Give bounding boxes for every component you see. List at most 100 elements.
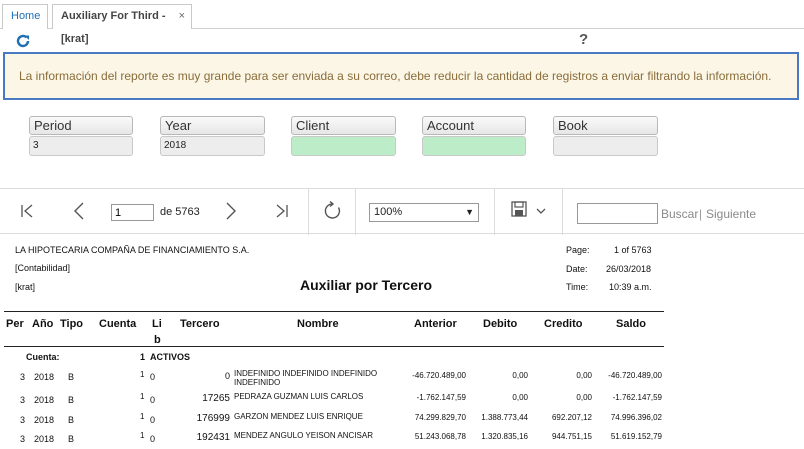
search-button[interactable]: Buscar <box>661 207 698 221</box>
cell-cuenta: 1 <box>140 370 145 379</box>
cell-tipo: B <box>68 372 75 382</box>
cell-debito: 0,00 <box>512 393 528 402</box>
time-value: 10:39 a.m. <box>609 282 652 292</box>
cell-per: 3 <box>20 434 26 444</box>
col-credito: Credito <box>544 318 583 330</box>
tab-auxiliary-for-third[interactable]: Auxiliary For Third -[krat] × <box>52 4 192 45</box>
dropdown-arrow-icon: ▼ <box>465 207 474 217</box>
col-lib-1: Li <box>152 318 162 330</box>
top-toolbar: ? <box>0 30 804 52</box>
refresh-icon[interactable] <box>15 33 31 49</box>
cell-per: 3 <box>20 372 26 382</box>
time-label: Time: <box>566 282 589 292</box>
page-number-input[interactable] <box>111 204 154 221</box>
col-saldo: Saldo <box>616 318 646 330</box>
zoom-value: 100% <box>374 206 403 218</box>
group-code: 1 <box>140 352 146 362</box>
help-icon[interactable]: ? <box>579 31 588 48</box>
cell-per: 3 <box>20 415 26 425</box>
cell-debito: 1.388.773,44 <box>481 413 528 422</box>
cell-cuenta: 1 <box>140 392 145 401</box>
cell-year: 2018 <box>34 395 55 405</box>
report-subtitle-context: [Contabilidad] <box>15 263 71 273</box>
tab-home-label: Home <box>11 10 41 22</box>
cell-saldo: -46.720.489,00 <box>608 371 662 380</box>
col-year: Año <box>32 318 54 330</box>
search-divider: | <box>699 207 703 221</box>
report-toolbar: de 5763 100% ▼ Buscar | Siguiente <box>0 188 804 235</box>
col-per: Per <box>6 318 24 330</box>
zoom-select[interactable]: 100% ▼ <box>369 203 479 222</box>
col-tipo: Tipo <box>60 318 84 330</box>
tab-bar: Home Auxiliary For Third -[krat] × <box>0 0 804 45</box>
cell-lib: 0 <box>150 415 156 425</box>
page-value: 1 of 5763 <box>614 245 652 255</box>
cell-nombre-cont: INDEFINIDO <box>234 378 281 387</box>
cell-nombre: MENDEZ ANGULO YEISON ANCISAR <box>234 431 373 440</box>
cell-credito: 0,00 <box>576 393 592 402</box>
col-tercero: Tercero <box>180 318 220 330</box>
filter-period-field[interactable]: 3 <box>29 136 133 156</box>
col-cuenta: Cuenta <box>99 318 137 330</box>
next-page-icon[interactable] <box>225 201 237 221</box>
cell-tercero: 192431 <box>196 432 230 443</box>
cell-year: 2018 <box>34 434 55 444</box>
filter-client-field[interactable] <box>291 136 396 156</box>
col-debito: Debito <box>483 318 518 330</box>
date-value: 26/03/2018 <box>606 264 652 274</box>
filter-period-label: Period <box>29 116 133 135</box>
cell-lib: 0 <box>150 434 156 444</box>
report-subtitle-user: [krat] <box>15 282 36 292</box>
filter-year-field[interactable]: 2018 <box>160 136 265 156</box>
cell-lib: 0 <box>150 372 156 382</box>
cell-tercero: 17265 <box>202 393 230 404</box>
filter-account-field[interactable] <box>422 136 526 156</box>
first-page-icon[interactable] <box>20 203 34 219</box>
cell-year: 2018 <box>34 415 55 425</box>
previous-page-icon[interactable] <box>73 201 85 221</box>
cell-anterior: -1.762.147,59 <box>416 393 466 402</box>
cell-credito: 692.207,12 <box>551 413 592 422</box>
chevron-down-icon[interactable] <box>536 208 546 215</box>
alert-message: La información del reporte es muy grande… <box>3 52 799 100</box>
filter-year-label: Year <box>160 116 265 135</box>
filter-book-label: Book <box>553 116 658 135</box>
cell-anterior: 51.243.068,78 <box>414 432 466 441</box>
cell-credito: 944.751,15 <box>551 432 592 441</box>
cell-anterior: 74.299.829,70 <box>414 413 466 422</box>
cell-lib: 0 <box>150 395 156 405</box>
cell-cuenta: 1 <box>140 431 145 440</box>
tab-home[interactable]: Home <box>2 4 48 29</box>
cell-nombre: GARZON MENDEZ LUIS ENRIQUE <box>234 412 363 421</box>
filter-book-field[interactable] <box>553 136 658 156</box>
cell-tercero: 176999 <box>196 413 230 424</box>
cell-saldo: -1.762.147,59 <box>612 393 662 402</box>
close-tab-icon[interactable]: × <box>179 5 185 28</box>
cell-tercero: 0 <box>224 371 230 381</box>
cell-credito: 0,00 <box>576 371 592 380</box>
report-title: Auxiliar por Tercero <box>300 277 433 293</box>
cell-tipo: B <box>68 434 75 444</box>
col-anterior: Anterior <box>414 318 457 330</box>
refresh-report-icon[interactable] <box>323 201 343 221</box>
last-page-icon[interactable] <box>275 203 289 219</box>
save-icon[interactable] <box>511 201 527 217</box>
cell-anterior: -46.720.489,00 <box>412 371 466 380</box>
cell-tipo: B <box>68 395 75 405</box>
col-lib-2: b <box>154 334 161 346</box>
next-match-button[interactable]: Siguiente <box>706 207 756 221</box>
group-label: Cuenta: <box>26 352 60 362</box>
filter-account-label: Account <box>422 116 526 135</box>
company-name: LA HIPOTECARIA COMPAÑA DE FINANCIAMIENTO… <box>15 245 250 255</box>
cell-year: 2018 <box>34 372 55 382</box>
cell-nombre: INDEFINIDO INDEFINIDO INDEFINIDO <box>234 369 378 378</box>
cell-saldo: 74.996.396,02 <box>610 413 662 422</box>
filter-client-label: Client <box>291 116 396 135</box>
cell-saldo: 51.619.152,79 <box>610 432 662 441</box>
cell-per: 3 <box>20 395 26 405</box>
cell-nombre: PEDRAZA GUZMAN LUIS CARLOS <box>234 392 364 401</box>
cell-debito: 0,00 <box>512 371 528 380</box>
col-nombre: Nombre <box>297 318 339 330</box>
report-search-input[interactable] <box>577 203 658 224</box>
cell-debito: 1.320.835,16 <box>481 432 528 441</box>
